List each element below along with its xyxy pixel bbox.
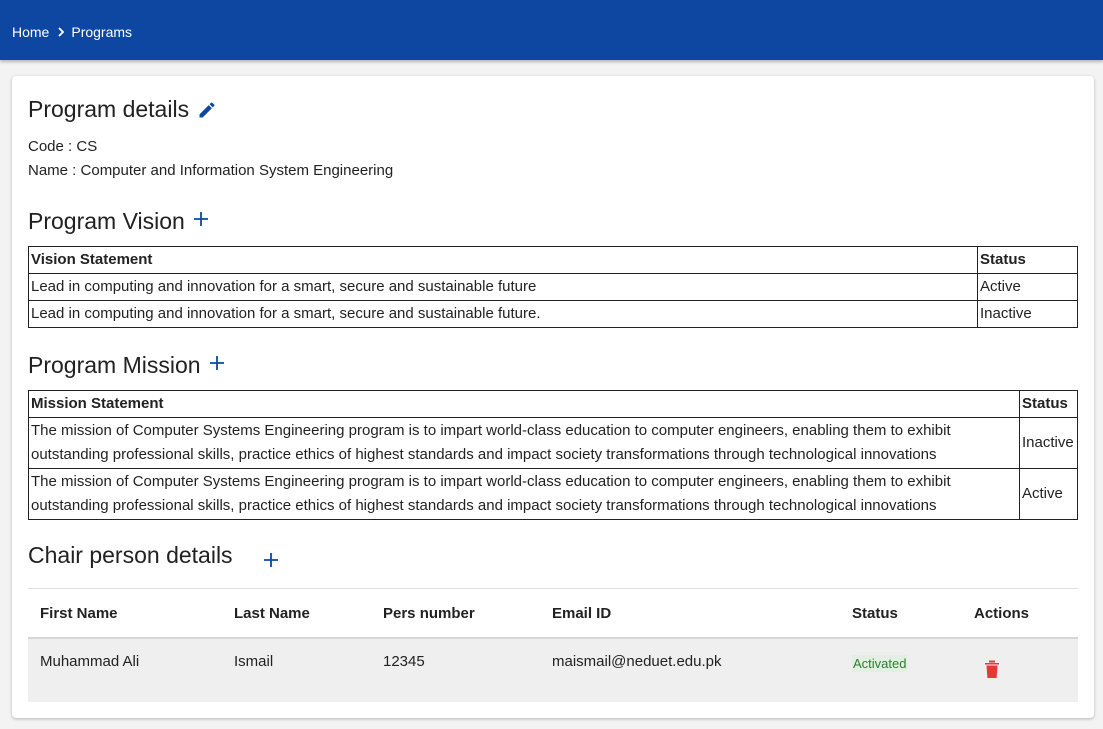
table-row: The mission of Computer Systems Engineer… xyxy=(28,417,1078,469)
chair-person-title: Chair person details xyxy=(28,542,233,568)
chevron-right-icon xyxy=(57,27,65,37)
add-vision-plus-icon[interactable] xyxy=(193,211,209,227)
first-name-header: First Name xyxy=(28,588,222,639)
vision-status-cell: Active xyxy=(977,273,1078,301)
mission-header-row: Mission Statement Status xyxy=(28,390,1078,418)
status-badge: Activated xyxy=(852,655,908,672)
pencil-icon[interactable] xyxy=(197,100,217,120)
mission-statement-cell: The mission of Computer Systems Engineer… xyxy=(28,417,1020,469)
add-chair-plus-icon[interactable] xyxy=(263,552,279,568)
program-name: Name : Computer and Information System E… xyxy=(28,162,394,179)
chair-person-heading: Chair person details xyxy=(28,542,279,569)
trash-icon[interactable] xyxy=(984,659,1000,679)
program-code: Code : CS xyxy=(28,138,98,155)
vision-status-header: Status xyxy=(977,246,1078,274)
vision-statement-header: Vision Statement xyxy=(28,246,978,274)
vision-header-row: Vision Statement Status xyxy=(28,246,1078,274)
mission-status-header: Status xyxy=(1019,390,1078,418)
program-mission-title: Program Mission xyxy=(28,352,201,378)
last-name-header: Last Name xyxy=(222,588,371,639)
last-name-cell: Ismail xyxy=(222,638,371,702)
top-app-bar: Home Programs xyxy=(0,0,1103,60)
status-header: Status xyxy=(840,588,962,639)
breadcrumb-current: Programs xyxy=(71,24,133,40)
table-row: The mission of Computer Systems Engineer… xyxy=(28,468,1078,520)
actions-header: Actions xyxy=(962,588,1078,639)
email-header: Email ID xyxy=(540,588,840,639)
mission-statement-header: Mission Statement xyxy=(28,390,1020,418)
pers-number-cell: 12345 xyxy=(371,638,540,702)
chair-person-table: First Name Last Name Pers number Email I… xyxy=(28,588,1078,702)
program-mission-heading: Program Mission xyxy=(28,352,225,379)
mission-status-cell: Inactive xyxy=(1019,417,1078,469)
mission-table: Mission Statement Status The mission of … xyxy=(28,390,1078,520)
table-row: Lead in computing and innovation for a s… xyxy=(28,273,1078,301)
first-name-cell: Muhammad Ali xyxy=(28,638,222,702)
program-vision-heading: Program Vision xyxy=(28,208,209,235)
pers-number-header: Pers number xyxy=(371,588,540,639)
add-mission-plus-icon[interactable] xyxy=(209,355,225,371)
vision-statement-cell: Lead in computing and innovation for a s… xyxy=(28,300,978,328)
program-details-heading: Program details xyxy=(28,96,217,123)
vision-status-cell: Inactive xyxy=(977,300,1078,328)
breadcrumb-home-link[interactable]: Home xyxy=(12,24,49,40)
program-card: Program details Code : CS Name : Compute… xyxy=(12,76,1094,718)
mission-status-cell: Active xyxy=(1019,468,1078,520)
table-row: Lead in computing and innovation for a s… xyxy=(28,300,1078,328)
program-details-title: Program details xyxy=(28,96,190,122)
status-cell: Activated xyxy=(840,638,962,702)
mission-statement-cell: The mission of Computer Systems Engineer… xyxy=(28,468,1020,520)
vision-table: Vision Statement Status Lead in computin… xyxy=(28,246,1078,328)
program-vision-title: Program Vision xyxy=(28,208,185,234)
table-row: Muhammad Ali Ismail 12345 maismail@nedue… xyxy=(28,638,1078,702)
email-cell: maismail@neduet.edu.pk xyxy=(540,638,840,702)
chair-header-row: First Name Last Name Pers number Email I… xyxy=(28,588,1078,639)
breadcrumb: Home Programs xyxy=(12,24,132,40)
vision-statement-cell: Lead in computing and innovation for a s… xyxy=(28,273,978,301)
actions-cell xyxy=(962,638,1078,702)
